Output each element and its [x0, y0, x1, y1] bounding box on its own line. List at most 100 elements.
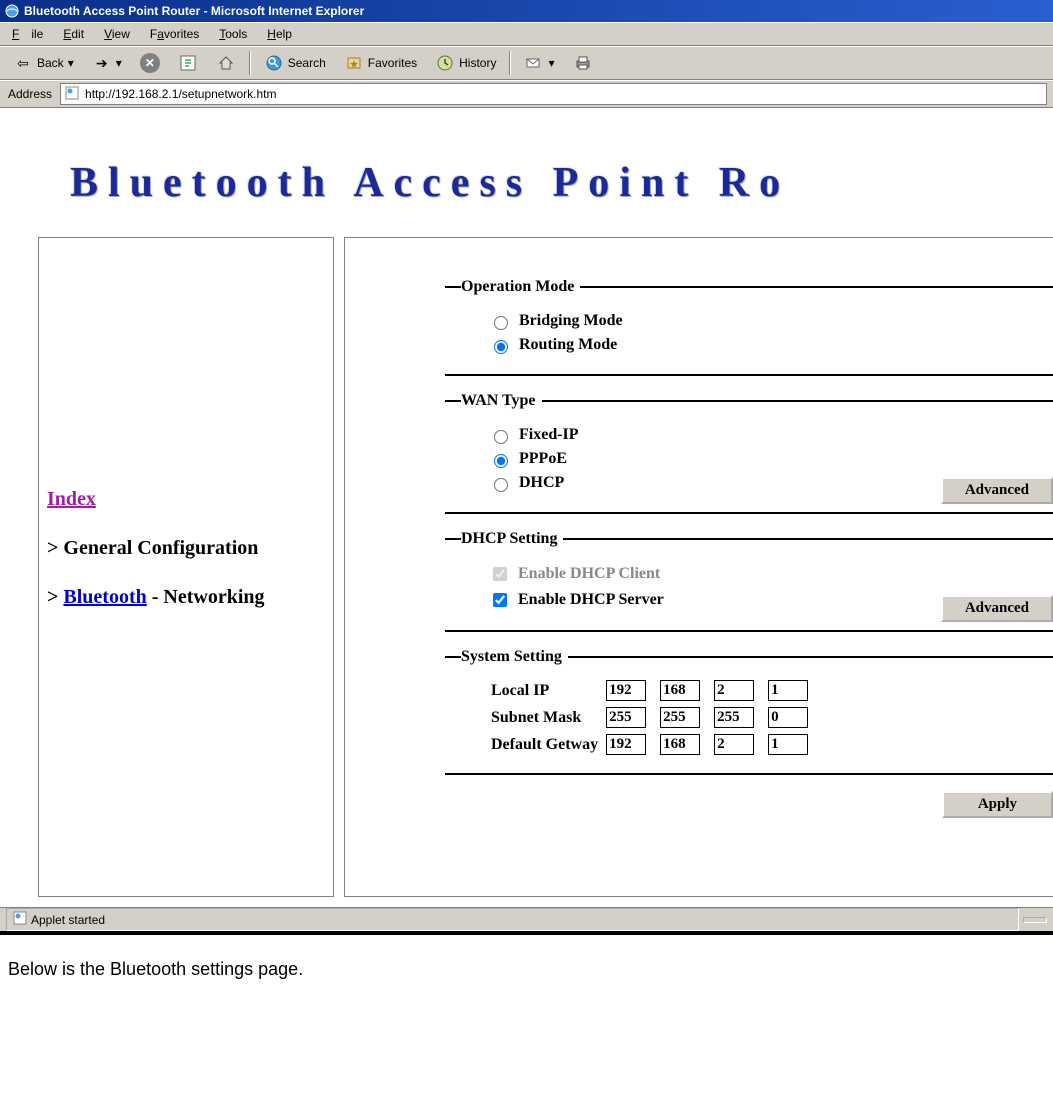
- pppoe-radio[interactable]: [494, 454, 508, 468]
- back-arrow-icon: ⇦: [13, 53, 33, 73]
- stop-button[interactable]: ✕: [133, 50, 167, 76]
- dropdown-icon: ▾: [116, 56, 122, 70]
- menubar: File Edit View Favorites Tools Help: [0, 22, 1053, 46]
- menu-tools[interactable]: Tools: [213, 25, 253, 43]
- forward-button[interactable]: ➔ ▾: [85, 50, 129, 76]
- refresh-button[interactable]: [171, 50, 205, 76]
- search-label: Search: [288, 56, 326, 70]
- default-gateway-label: Default Getway: [491, 732, 604, 757]
- menu-favorites[interactable]: Favorites: [144, 25, 205, 43]
- address-input-wrap: [60, 83, 1047, 105]
- enable-dhcp-client-label: Enable DHCP Client: [518, 565, 660, 583]
- index-link[interactable]: Index: [47, 488, 96, 510]
- toolbar-separator: [249, 51, 251, 75]
- mail-icon: [524, 53, 544, 73]
- favorites-button[interactable]: Favorites: [337, 50, 424, 76]
- dhcp-advanced-button[interactable]: Advanced: [941, 595, 1053, 622]
- sidebar: Index > General Configuration > Bluetoot…: [38, 237, 334, 897]
- mail-button[interactable]: ▾: [517, 50, 561, 76]
- pppoe-label: PPPoE: [519, 450, 567, 468]
- sidebar-general-config: General Configuration: [63, 537, 258, 559]
- local-ip-oct3[interactable]: [714, 680, 754, 701]
- ie-icon: [4, 3, 20, 19]
- dhcp-wan-radio[interactable]: [494, 478, 508, 492]
- status-cell-extra: [1023, 917, 1047, 923]
- routing-mode-label: Routing Mode: [519, 336, 617, 354]
- subnet-oct1[interactable]: [606, 707, 646, 728]
- caption-text: Below is the Bluetooth settings page.: [0, 935, 1053, 1004]
- fixed-ip-radio[interactable]: [494, 430, 508, 444]
- subnet-oct4[interactable]: [768, 707, 808, 728]
- enable-dhcp-server-checkbox[interactable]: [493, 593, 507, 607]
- sidebar-networking: Networking: [163, 586, 264, 608]
- status-text: Applet started: [31, 913, 105, 927]
- operation-mode-fieldset: Operation Mode Bridging Mode Routing Mod…: [445, 278, 1053, 376]
- favorites-icon: [344, 53, 364, 73]
- fixed-ip-label: Fixed-IP: [519, 426, 579, 444]
- page-icon: [13, 911, 27, 928]
- bluetooth-link[interactable]: Bluetooth: [63, 586, 146, 608]
- toolbar-separator: [509, 51, 511, 75]
- system-setting-legend: System Setting: [461, 648, 568, 666]
- page-content: Bluetooth Access Point Ro Index > Genera…: [0, 108, 1053, 935]
- gateway-oct3[interactable]: [714, 734, 754, 755]
- local-ip-oct2[interactable]: [660, 680, 700, 701]
- statusbar: Applet started: [0, 907, 1053, 931]
- back-button[interactable]: ⇦ Back ▾: [6, 50, 81, 76]
- enable-dhcp-client-checkbox: [493, 567, 507, 581]
- dropdown-icon: ▾: [548, 56, 554, 70]
- history-label: History: [459, 56, 496, 70]
- dhcp-setting-legend: DHCP Setting: [461, 530, 563, 548]
- routing-mode-radio[interactable]: [494, 340, 508, 354]
- refresh-icon: [178, 53, 198, 73]
- menu-help[interactable]: Help: [261, 25, 298, 43]
- main-form: Operation Mode Bridging Mode Routing Mod…: [344, 237, 1053, 897]
- window-titlebar: Bluetooth Access Point Router - Microsof…: [0, 0, 1053, 22]
- wan-advanced-button[interactable]: Advanced: [941, 477, 1053, 504]
- page-icon: [65, 86, 79, 103]
- operation-mode-legend: Operation Mode: [461, 278, 580, 296]
- local-ip-oct1[interactable]: [606, 680, 646, 701]
- banner-title: Bluetooth Access Point Ro: [0, 109, 1053, 237]
- print-icon: [573, 53, 593, 73]
- window-title: Bluetooth Access Point Router - Microsof…: [24, 4, 364, 18]
- address-input[interactable]: [83, 86, 1042, 102]
- local-ip-label: Local IP: [491, 678, 604, 703]
- enable-dhcp-server-label: Enable DHCP Server: [518, 591, 664, 609]
- subnet-mask-label: Subnet Mask: [491, 705, 604, 730]
- system-setting-fieldset: System Setting Local IP Subnet Mask: [445, 648, 1053, 775]
- gateway-oct2[interactable]: [660, 734, 700, 755]
- wan-type-fieldset: WAN Type Fixed-IP PPPoE DHCP Advanced: [445, 392, 1053, 514]
- subnet-oct3[interactable]: [714, 707, 754, 728]
- search-button[interactable]: Search: [257, 50, 333, 76]
- stop-icon: ✕: [140, 53, 160, 73]
- bridging-mode-radio[interactable]: [494, 316, 508, 330]
- forward-arrow-icon: ➔: [92, 53, 112, 73]
- dhcp-setting-fieldset: DHCP Setting Enable DHCP Client Enable D…: [445, 530, 1053, 632]
- favorites-label: Favorites: [368, 56, 417, 70]
- print-button[interactable]: [566, 50, 600, 76]
- history-icon: [435, 53, 455, 73]
- gt-symbol: >: [47, 537, 58, 559]
- subnet-oct2[interactable]: [660, 707, 700, 728]
- gt-symbol: >: [47, 586, 58, 608]
- menu-edit[interactable]: Edit: [57, 25, 90, 43]
- toolbar: ⇦ Back ▾ ➔ ▾ ✕ Search Favorites Histor: [0, 46, 1053, 80]
- apply-button[interactable]: Apply: [942, 791, 1053, 818]
- dropdown-icon: ▾: [68, 56, 74, 70]
- wan-type-legend: WAN Type: [461, 392, 542, 410]
- dhcp-wan-label: DHCP: [519, 474, 564, 492]
- bridging-mode-label: Bridging Mode: [519, 312, 623, 330]
- gateway-oct1[interactable]: [606, 734, 646, 755]
- home-icon: [216, 53, 236, 73]
- menu-view[interactable]: View: [98, 25, 136, 43]
- history-button[interactable]: History: [428, 50, 503, 76]
- address-label: Address: [6, 87, 54, 101]
- local-ip-oct4[interactable]: [768, 680, 808, 701]
- search-icon: [264, 53, 284, 73]
- menu-file[interactable]: File: [6, 25, 49, 43]
- addressbar: Address: [0, 80, 1053, 108]
- back-label: Back: [37, 56, 64, 70]
- gateway-oct4[interactable]: [768, 734, 808, 755]
- home-button[interactable]: [209, 50, 243, 76]
